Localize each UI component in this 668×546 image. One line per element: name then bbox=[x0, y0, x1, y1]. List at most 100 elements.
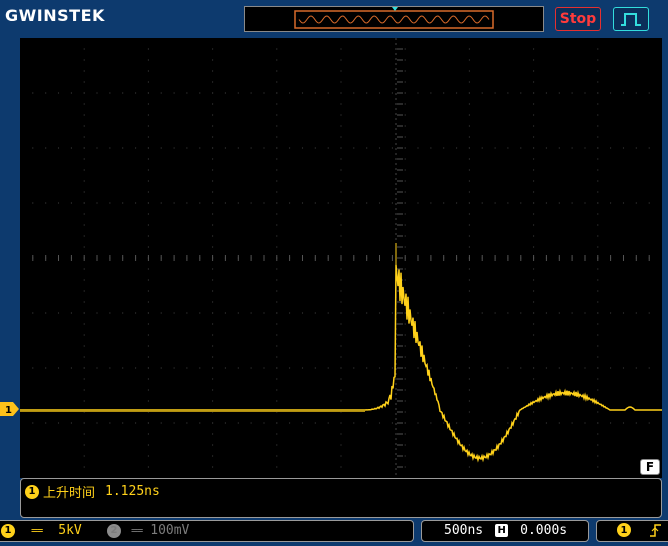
grid-dot bbox=[404, 323, 406, 325]
ch1-badge: 1 bbox=[1, 523, 15, 538]
grid-dot bbox=[96, 367, 98, 369]
grid-dot bbox=[404, 345, 406, 347]
grid-dot bbox=[533, 345, 535, 347]
grid-dot bbox=[404, 202, 406, 204]
grid-dot bbox=[276, 202, 278, 204]
svg-text:1: 1 bbox=[5, 405, 12, 416]
right-edge bbox=[662, 38, 668, 518]
grid-dot bbox=[212, 180, 214, 182]
grid-dot bbox=[212, 268, 214, 270]
grid-dot bbox=[135, 147, 137, 149]
horizontal-position: 0.000s bbox=[520, 523, 568, 538]
waveform-display[interactable]: F bbox=[20, 38, 662, 478]
grid-dot bbox=[468, 334, 470, 336]
grid-dot bbox=[83, 180, 85, 182]
grid-dot bbox=[404, 444, 406, 446]
grid-dot bbox=[199, 147, 201, 149]
grid-dot bbox=[83, 147, 85, 149]
grid-dot bbox=[212, 433, 214, 435]
grid-dot bbox=[83, 191, 85, 193]
grid-dot bbox=[545, 367, 548, 369]
grid-dot bbox=[96, 92, 98, 94]
grid-dot bbox=[83, 268, 85, 270]
grid-dot bbox=[147, 180, 149, 182]
grid-dot bbox=[545, 147, 548, 149]
grid-dot bbox=[122, 202, 124, 204]
grid-dot bbox=[404, 312, 406, 314]
grid-dot bbox=[340, 147, 342, 149]
grid-dot bbox=[327, 422, 329, 424]
grid-dot bbox=[597, 70, 599, 72]
measurement-panel[interactable]: 1 上升时间 1.125ns bbox=[20, 478, 662, 518]
grid-dot bbox=[597, 191, 599, 193]
grid-dot bbox=[597, 334, 599, 336]
ch1-status[interactable]: 1 == 5kV bbox=[1, 523, 82, 538]
run-stop-status[interactable]: Stop bbox=[555, 7, 601, 31]
grid-dot bbox=[173, 367, 175, 369]
grid-dot bbox=[533, 59, 535, 61]
grid-dot bbox=[276, 455, 278, 457]
grid-dot bbox=[173, 92, 175, 94]
filter-badge[interactable]: F bbox=[640, 459, 660, 475]
grid-dot bbox=[648, 147, 650, 149]
grid-dot bbox=[610, 147, 612, 149]
grid-dot bbox=[648, 312, 650, 314]
grid-dot bbox=[443, 92, 445, 94]
grid-dot bbox=[276, 136, 278, 138]
channel-status-panel[interactable]: 1 == 5kV 2 == 100mV bbox=[0, 520, 414, 542]
grid-dot bbox=[276, 213, 278, 215]
grid-dot bbox=[533, 224, 535, 226]
grid-dot bbox=[237, 147, 239, 149]
grid-dot bbox=[340, 103, 342, 105]
grid-dot bbox=[173, 422, 175, 424]
timebase-panel[interactable]: 500ns H 0.000s bbox=[421, 520, 589, 542]
grid-dot bbox=[366, 312, 368, 314]
grid-dot bbox=[468, 279, 470, 281]
grid-dot bbox=[378, 367, 381, 369]
grid-dot bbox=[378, 147, 381, 149]
grid-dot bbox=[456, 312, 458, 314]
grid-dot bbox=[147, 191, 149, 193]
grid-dot bbox=[212, 136, 214, 138]
grid-dot bbox=[533, 378, 535, 380]
trigger-mode-button[interactable] bbox=[613, 7, 649, 31]
grid-dot bbox=[366, 92, 368, 94]
grid-dot bbox=[147, 455, 149, 457]
grid-dot bbox=[340, 345, 342, 347]
rising-edge-icon bbox=[650, 524, 661, 537]
grid-dot bbox=[648, 367, 650, 369]
grid-dot bbox=[147, 125, 149, 127]
grid-dot bbox=[468, 389, 470, 391]
ch1-ground-marker[interactable]: 1 bbox=[0, 402, 20, 416]
grid-dot bbox=[533, 136, 535, 138]
grid-dot bbox=[83, 466, 85, 468]
grid-dot bbox=[494, 147, 496, 149]
grid-dot bbox=[212, 103, 214, 105]
grid-dot bbox=[404, 334, 406, 336]
grid-dot bbox=[83, 290, 85, 292]
grid-dot bbox=[237, 422, 239, 424]
grid-dot bbox=[443, 422, 445, 424]
trigger-status-panel[interactable]: 1 bbox=[596, 520, 668, 542]
grid-dot bbox=[468, 312, 470, 314]
grid-dot bbox=[597, 268, 599, 270]
grid-dot bbox=[520, 422, 522, 424]
grid-dot bbox=[443, 367, 445, 369]
grid-dot bbox=[83, 301, 85, 303]
grid-dot bbox=[147, 389, 149, 391]
grid-dot bbox=[507, 92, 509, 94]
grid-dot bbox=[353, 367, 355, 369]
memory-overview-bar[interactable] bbox=[244, 6, 544, 32]
grid-dot bbox=[32, 92, 34, 94]
grid-dot bbox=[468, 301, 470, 303]
grid-dot bbox=[250, 422, 252, 424]
grid-dot bbox=[212, 367, 214, 369]
grid-dot bbox=[404, 356, 406, 358]
grid-dot bbox=[57, 422, 60, 424]
ch2-status[interactable]: 2 == 100mV bbox=[107, 523, 189, 538]
measurement-label: 上升时间 bbox=[43, 486, 96, 501]
grid-dot bbox=[263, 312, 265, 314]
grid-dot bbox=[404, 246, 406, 248]
grid-dot bbox=[45, 367, 47, 369]
grid-dot bbox=[83, 433, 85, 435]
